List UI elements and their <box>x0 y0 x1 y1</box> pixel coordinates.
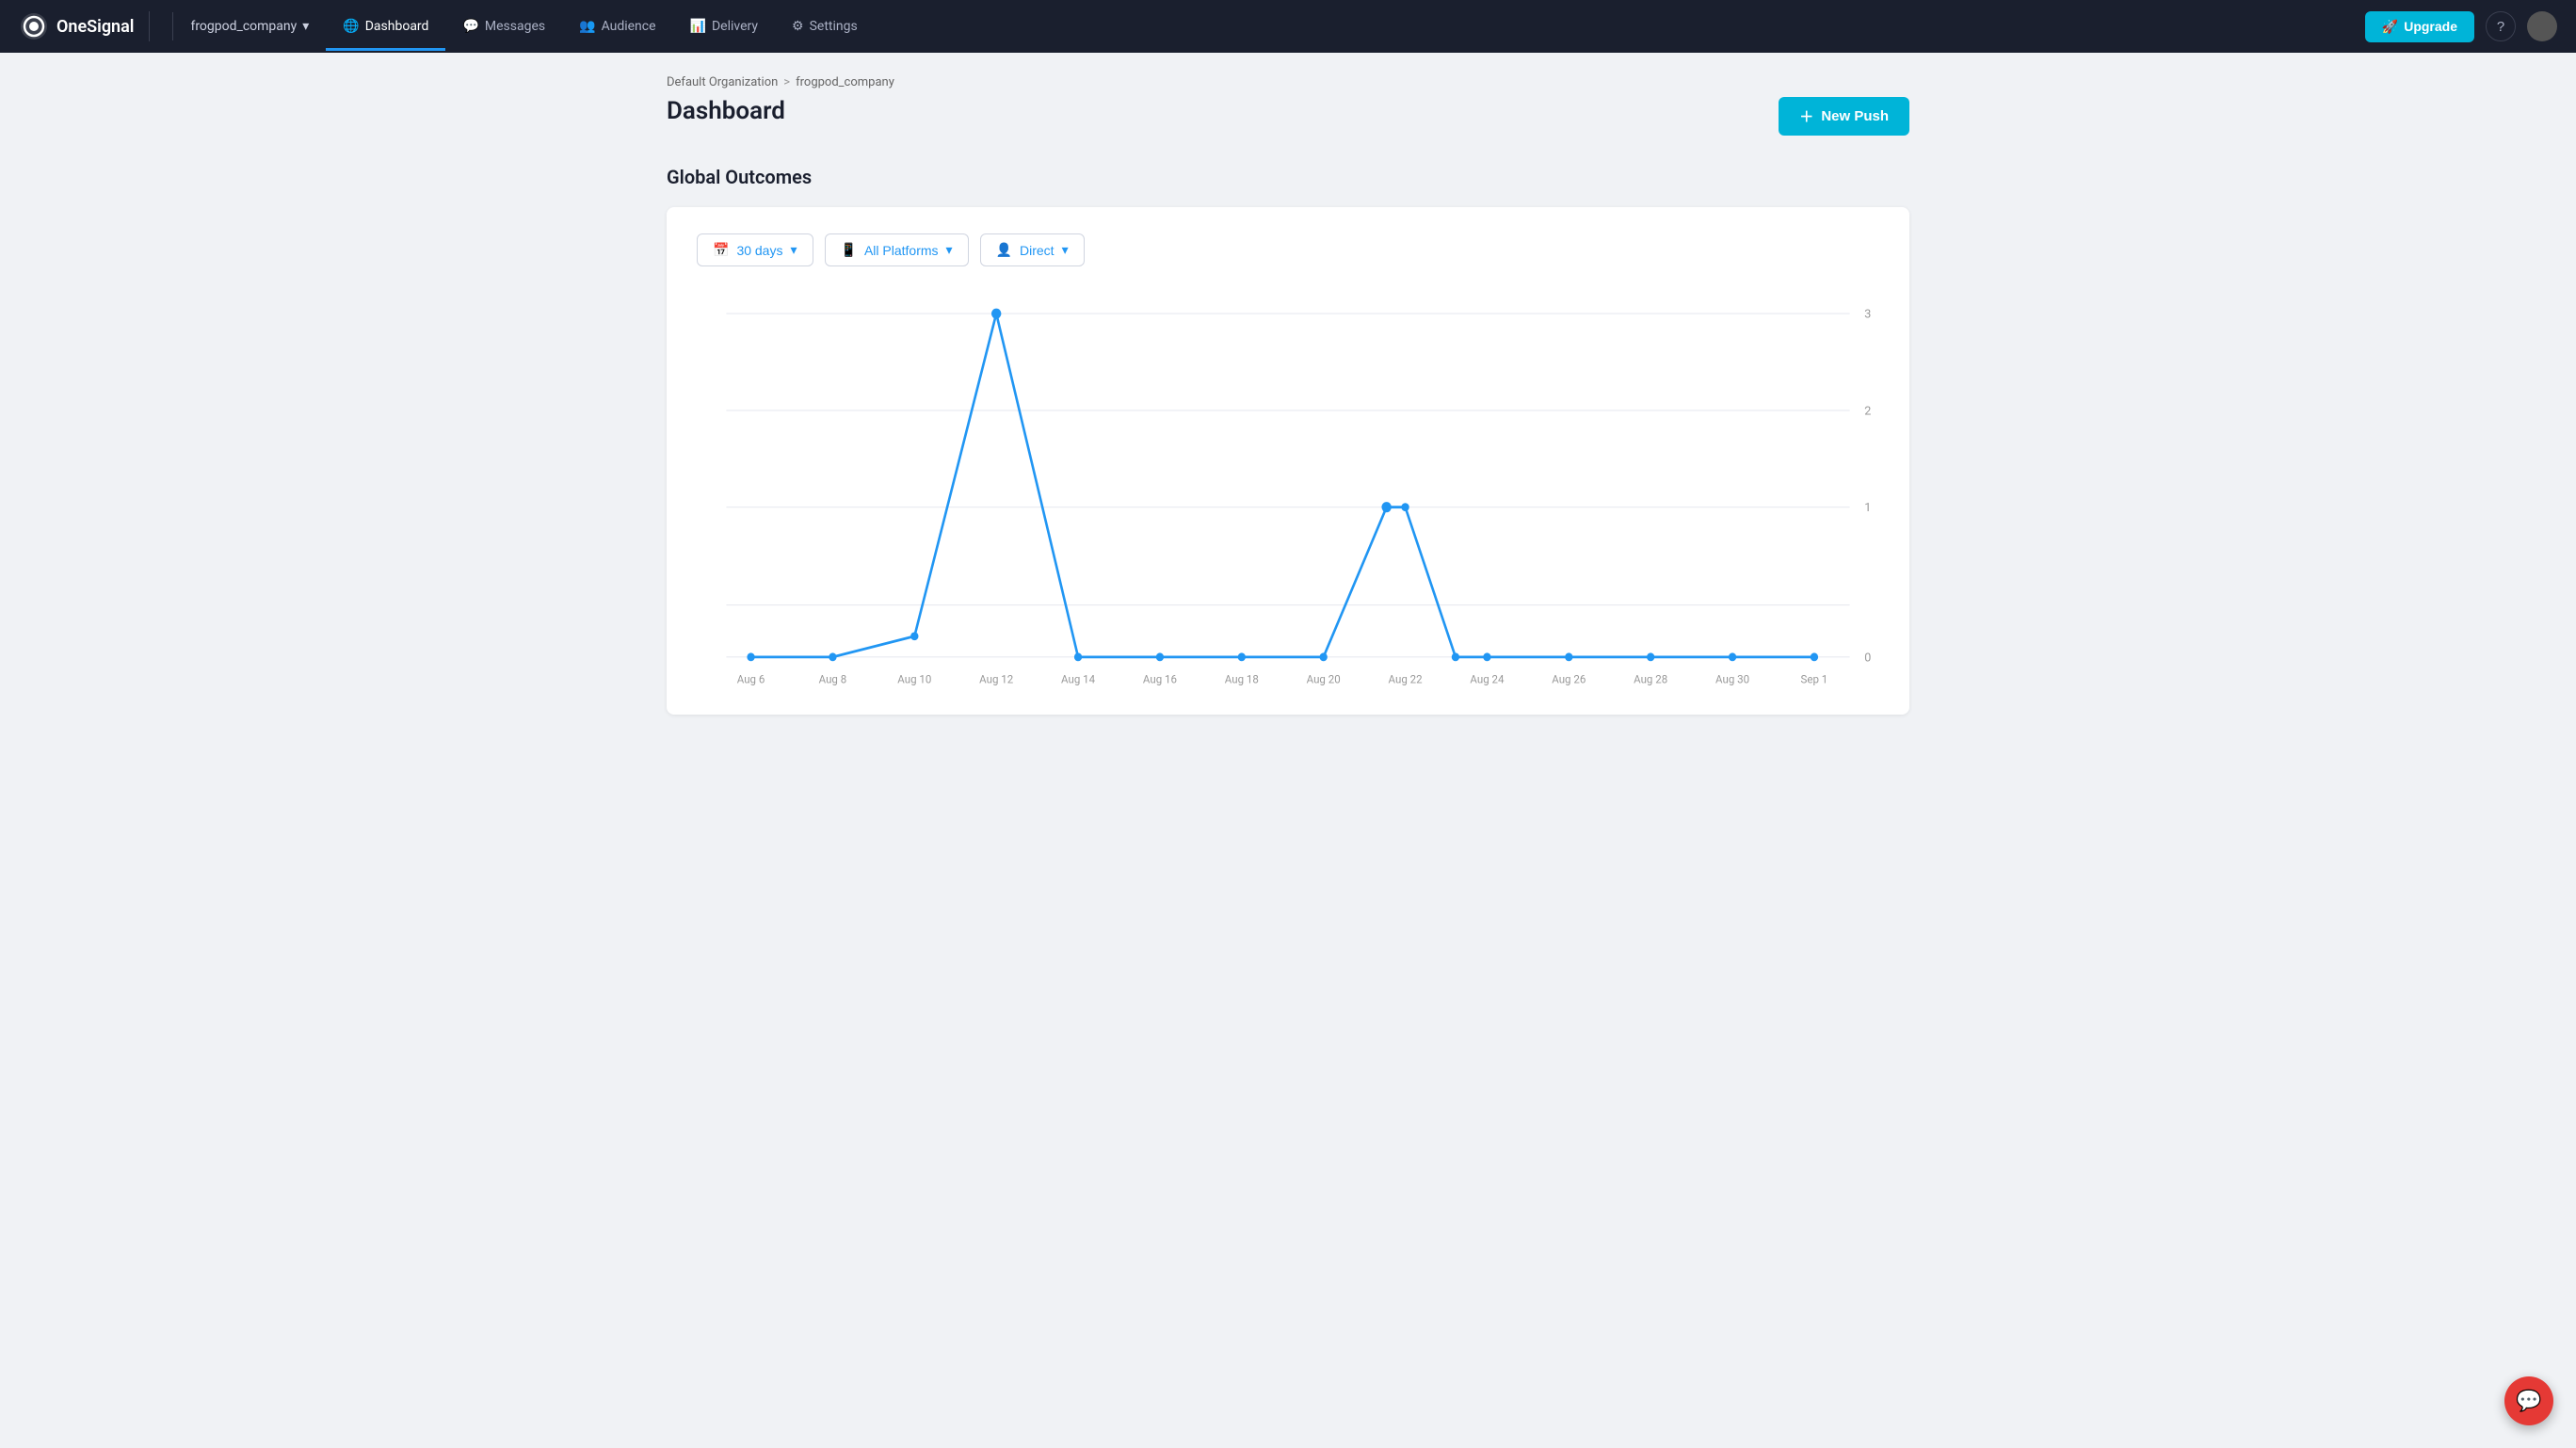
chevron-down-icon: ▾ <box>946 242 953 258</box>
days-filter[interactable]: 📅 30 days ▾ <box>697 233 813 266</box>
nav-link-messages[interactable]: 💬 Messages <box>445 2 562 51</box>
platforms-filter[interactable]: 📱 All Platforms ▾ <box>825 233 969 266</box>
svg-text:Aug 28: Aug 28 <box>1634 672 1667 685</box>
chevron-down-icon: ▾ <box>790 242 797 258</box>
chart-card: 📅 30 days ▾ 📱 All Platforms ▾ 👤 Direct ▾ <box>667 207 1909 715</box>
navbar: OneSignal frogpod_company ▾ 🌐 Dashboard … <box>0 0 2576 53</box>
nav-link-dashboard[interactable]: 🌐 Dashboard <box>326 2 445 51</box>
direct-icon: 👤 <box>996 242 1012 258</box>
svg-text:Aug 30: Aug 30 <box>1715 672 1749 685</box>
attribution-filter[interactable]: 👤 Direct ▾ <box>980 233 1085 266</box>
svg-text:0: 0 <box>1864 651 1871 665</box>
avatar[interactable] <box>2527 11 2557 41</box>
delivery-icon: 📊 <box>690 19 706 34</box>
svg-text:2: 2 <box>1864 404 1871 418</box>
chart-svg: 3 2 1 0 <box>697 293 1879 688</box>
filter-row: 📅 30 days ▾ 📱 All Platforms ▾ 👤 Direct ▾ <box>697 233 1879 266</box>
app-selector[interactable]: frogpod_company ▾ <box>181 13 318 40</box>
svg-text:Aug 20: Aug 20 <box>1307 672 1341 685</box>
svg-text:Aug 12: Aug 12 <box>979 672 1013 685</box>
svg-text:Sep 1: Sep 1 <box>1801 672 1828 685</box>
breadcrumb-separator: > <box>783 75 790 89</box>
svg-text:Aug 10: Aug 10 <box>897 672 931 685</box>
onesignal-logo-icon <box>19 11 49 41</box>
breadcrumb-app: frogpod_company <box>796 75 894 89</box>
settings-icon: ⚙ <box>792 19 804 34</box>
chat-icon: 💬 <box>2516 1390 2541 1413</box>
chart-area: 3 2 1 0 <box>697 293 1879 688</box>
logo[interactable]: OneSignal <box>19 11 150 41</box>
nav-right: 🚀 Upgrade ? <box>2365 11 2557 42</box>
nav-divider <box>172 12 173 40</box>
new-push-button[interactable]: ＋ New Push <box>1779 97 1909 136</box>
section-title: Global Outcomes <box>667 166 1909 188</box>
svg-text:Aug 24: Aug 24 <box>1470 672 1504 685</box>
messages-icon: 💬 <box>462 19 478 34</box>
help-button[interactable]: ? <box>2486 11 2516 41</box>
nav-link-delivery[interactable]: 📊 Delivery <box>673 2 775 51</box>
chevron-down-icon: ▾ <box>302 19 309 34</box>
logo-text: OneSignal <box>56 17 134 37</box>
nav-link-settings[interactable]: ⚙ Settings <box>775 2 875 51</box>
platform-icon: 📱 <box>841 242 857 258</box>
svg-text:Aug 26: Aug 26 <box>1552 672 1586 685</box>
breadcrumb-org[interactable]: Default Organization <box>667 75 778 89</box>
svg-text:Aug 6: Aug 6 <box>737 672 765 685</box>
svg-text:Aug 16: Aug 16 <box>1143 672 1177 685</box>
calendar-icon: 📅 <box>713 242 729 258</box>
main-content: Default Organization > frogpod_company D… <box>629 53 1947 737</box>
dashboard-icon: 🌐 <box>343 19 359 34</box>
audience-icon: 👥 <box>579 19 595 34</box>
svg-text:1: 1 <box>1864 501 1871 515</box>
svg-text:3: 3 <box>1864 307 1871 321</box>
page-header: Dashboard ＋ New Push <box>667 97 1909 136</box>
svg-text:Aug 14: Aug 14 <box>1061 672 1095 685</box>
help-icon: ? <box>2497 19 2504 35</box>
chevron-down-icon: ▾ <box>1062 242 1069 258</box>
rocket-icon: 🚀 <box>2382 19 2398 35</box>
nav-links: 🌐 Dashboard 💬 Messages 👥 Audience 📊 Deli… <box>326 2 2364 51</box>
breadcrumb: Default Organization > frogpod_company <box>667 75 1909 89</box>
svg-text:Aug 22: Aug 22 <box>1389 672 1423 685</box>
svg-text:Aug 8: Aug 8 <box>819 672 847 685</box>
app-selector-label: frogpod_company <box>190 19 297 34</box>
chat-widget[interactable]: 💬 <box>2504 1376 2553 1425</box>
upgrade-button[interactable]: 🚀 Upgrade <box>2365 11 2474 42</box>
svg-text:Aug 18: Aug 18 <box>1225 672 1259 685</box>
page-title: Dashboard <box>667 97 785 125</box>
plus-icon: ＋ <box>1799 106 1813 126</box>
nav-link-audience[interactable]: 👥 Audience <box>562 2 672 51</box>
